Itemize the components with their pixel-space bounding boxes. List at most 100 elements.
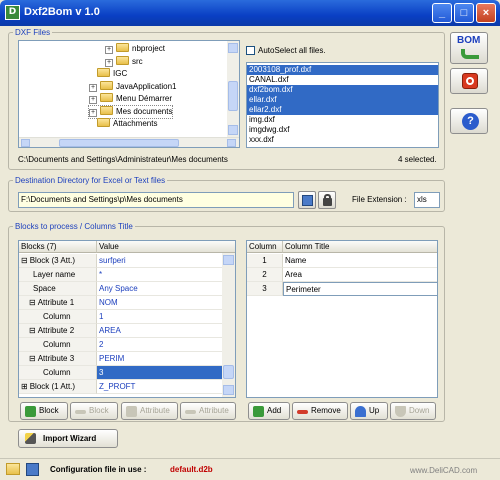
file-list-item[interactable]: xxx.dxf	[247, 135, 438, 145]
remove-attribute-button[interactable]: Attribute	[180, 402, 236, 420]
remove-column-button[interactable]: Remove	[292, 402, 348, 420]
expand-icon[interactable]: +	[89, 96, 97, 104]
block-row-value[interactable]: surfperi	[97, 254, 222, 268]
move-up-button[interactable]: Up	[350, 402, 388, 420]
file-list-item[interactable]: 2003108_prof.dxf	[247, 65, 438, 75]
help-button[interactable]: ?	[450, 108, 488, 134]
block-row-label[interactable]: ⊟ Attribute 3	[19, 352, 97, 366]
import-wizard-button[interactable]: Import Wizard	[18, 429, 118, 448]
expand-icon[interactable]: +	[105, 46, 113, 54]
block-row-value[interactable]: 2	[97, 338, 222, 352]
expand-icon[interactable]: +	[105, 58, 113, 67]
add-block-button[interactable]: Block	[20, 402, 68, 420]
save-icon[interactable]	[26, 463, 39, 476]
title-bar: D Dxf2Bom v 1.0 _ □ ×	[0, 0, 500, 26]
save-dir-button[interactable]	[298, 191, 316, 209]
block-row-label[interactable]: ⊞ Block (1 Att.)	[19, 380, 97, 394]
tree-item[interactable]: + JavaApplication1	[89, 80, 176, 93]
scroll-up-button[interactable]	[228, 43, 238, 53]
block-row-label[interactable]: Column	[19, 310, 97, 324]
column-number[interactable]: 2	[247, 268, 283, 282]
collapse-icon[interactable]: ⊟	[29, 326, 36, 335]
block-row-label[interactable]: Column	[19, 338, 97, 352]
destination-path-field[interactable]: F:\Documents and Settings\p\Mes document…	[18, 192, 294, 208]
tree-vscrollbar[interactable]	[227, 41, 239, 137]
block-row-label-text: Column	[43, 368, 71, 377]
block-row-value[interactable]: 1	[97, 310, 222, 324]
column-number[interactable]: 1	[247, 254, 283, 268]
plus-icon	[25, 406, 36, 417]
config-file-name: default.d2b	[170, 465, 213, 474]
move-down-button[interactable]: Down	[390, 402, 436, 420]
scroll-down-button[interactable]	[228, 125, 238, 135]
blocks-vscrollbar[interactable]	[222, 253, 235, 397]
status-bar: Configuration file in use : default.d2b …	[0, 458, 500, 480]
tree-item[interactable]: + src	[105, 55, 143, 68]
collapse-icon[interactable]: ⊟	[21, 256, 28, 265]
collapse-icon[interactable]: ⊟	[29, 354, 36, 363]
arrow-down-icon	[395, 406, 406, 417]
expand-icon[interactable]: ⊞	[21, 382, 28, 391]
add-attribute-button[interactable]: Attribute	[121, 402, 178, 420]
autoselect-checkbox[interactable]	[246, 46, 255, 55]
tree-item[interactable]: IGC	[97, 68, 127, 80]
block-row-value[interactable]: *	[97, 268, 222, 282]
block-row-label-text: Space	[33, 284, 56, 293]
tree-item[interactable]: + nbproject	[105, 43, 165, 55]
file-list-item[interactable]: ellar2.dxf	[247, 105, 438, 115]
scroll-right-button[interactable]	[227, 139, 236, 147]
tree-vscroll-thumb[interactable]	[228, 81, 238, 111]
column-title[interactable]: Perimeter	[283, 282, 437, 296]
block-row-label[interactable]: ⊟ Attribute 1	[19, 296, 97, 310]
column-title[interactable]: Area	[283, 268, 437, 282]
tree-item[interactable]: + Menu Démarrer	[89, 93, 172, 105]
folder-icon	[100, 105, 113, 115]
block-row-label[interactable]: Column	[19, 366, 97, 380]
folder-tree[interactable]: + nbproject + src IGC + JavaApplication1 + Menu …	[18, 40, 240, 148]
file-list-item[interactable]: img.dxf	[247, 115, 438, 125]
remove-block-button[interactable]: Block	[70, 402, 118, 420]
tree-item[interactable]: Attachments	[97, 118, 157, 130]
block-row-value[interactable]: 3	[97, 366, 222, 380]
minimize-button[interactable]: _	[432, 3, 452, 23]
block-row-label[interactable]: Space	[19, 282, 97, 296]
tree-hscrollbar[interactable]	[19, 137, 239, 147]
scroll-left-button[interactable]	[21, 139, 30, 147]
columns-grid[interactable]: Column Column Title 1 Name 2 Area 3 Perimeter	[246, 240, 438, 398]
browse-dir-button[interactable]	[318, 191, 336, 209]
block-row-value[interactable]: AREA	[97, 324, 222, 338]
column-title[interactable]: Name	[283, 254, 437, 268]
maximize-button[interactable]: □	[454, 3, 474, 23]
block-row-value[interactable]: NOM	[97, 296, 222, 310]
tree-item-label: Menu Démarrer	[116, 94, 173, 103]
file-list-item[interactable]: imgdwg.dxf	[247, 125, 438, 135]
file-list-item[interactable]: dxf2bom.dxf	[247, 85, 438, 95]
block-row-label[interactable]: Layer name	[19, 268, 97, 282]
scroll-down-button[interactable]	[223, 385, 234, 395]
blocks-vscroll-thumb[interactable]	[223, 365, 234, 379]
add-attribute-label: Attribute	[140, 406, 170, 415]
close-button[interactable]: ×	[476, 3, 496, 23]
add-column-button[interactable]: Add	[248, 402, 290, 420]
scroll-up-button[interactable]	[223, 255, 234, 265]
collapse-icon[interactable]: ⊟	[29, 298, 36, 307]
expand-icon[interactable]: +	[89, 83, 97, 92]
block-row-label[interactable]: ⊟ Block (3 Att.)	[19, 254, 97, 268]
block-row-value[interactable]: PERIM	[97, 352, 222, 366]
block-row-value[interactable]: Any Space	[97, 282, 222, 296]
column-number[interactable]: 3	[247, 282, 283, 296]
block-row-value[interactable]: Z_PROFT	[97, 380, 222, 394]
dxf-file-list[interactable]: 2003108_prof.dxf CANAL.dxf dxf2bom.dxf ella…	[246, 62, 439, 148]
expand-icon[interactable]: +	[89, 108, 97, 117]
tree-item[interactable]: + Mes documents	[87, 104, 174, 119]
folder-open-icon[interactable]	[6, 463, 20, 475]
stop-button[interactable]	[450, 68, 488, 94]
block-row-label[interactable]: ⊟ Attribute 2	[19, 324, 97, 338]
file-extension-field[interactable]: xls	[414, 192, 440, 208]
selected-count: 4 selected.	[398, 155, 437, 164]
tree-hscroll-thumb[interactable]	[59, 139, 179, 147]
file-list-item[interactable]: CANAL.dxf	[247, 75, 438, 85]
blocks-grid[interactable]: Blocks (7) Value ⊟ Block (3 Att.) surfperi…	[18, 240, 236, 398]
file-list-item[interactable]: ellar.dxf	[247, 95, 438, 105]
bom-button[interactable]: BOM	[450, 32, 488, 64]
